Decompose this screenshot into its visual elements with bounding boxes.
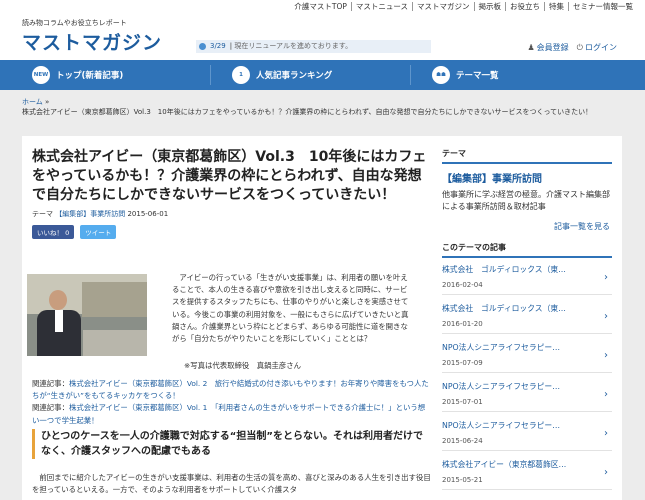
user-icon: ♟ <box>527 43 535 52</box>
article-meta: テーマ 【編集部】事業所訪問 2015-06-01 <box>32 209 432 219</box>
register-label: 会員登録 <box>536 43 569 52</box>
article-date: 2015-06-01 <box>127 210 169 218</box>
site-logo[interactable]: マストマガジン <box>22 28 162 55</box>
tagline: 読み物コラムやお役立ちレポート <box>22 19 127 27</box>
article: 株式会社アイビー（東京都葛飾区）Vol.3 10年後にはカフェをやっているかも！… <box>32 148 432 239</box>
sidebar-article-list: 株式会社 ゴルディロックス（東… 2016-02-04 › 株式会社 ゴルディロ… <box>442 264 612 490</box>
top-nav-link[interactable]: マストニュース <box>350 2 412 11</box>
site-header: 読み物コラムやお役立ちレポート マストマガジン 3/29 | 現在リニューアルを進… <box>0 14 645 60</box>
article-lead: アイビーの行っている「生きがい支援事業」は、利用者の願いを叶えることで、本人の生… <box>172 273 409 344</box>
related-link[interactable]: 株式会社アイビー（東京都葛飾区）Vol. 2 旅行や結婚式の付き添いもやります！… <box>32 379 429 400</box>
people-icon: ☗☗ <box>432 66 450 84</box>
auth-links: ♟ 会員登録 ⏻ ログイン <box>528 42 618 53</box>
breadcrumb-current: 株式会社アイビー（東京都葛飾区）Vol.3 10年後にはカフェをやっているかも！… <box>22 108 593 116</box>
sidebar-theme-heading: テーマ <box>442 148 612 164</box>
social-buttons: いいね！ 0 ツイート <box>32 225 432 239</box>
nav-item-themes[interactable]: ☗☗ テーマ一覧 <box>432 60 499 90</box>
related-link[interactable]: 株式会社アイビー（東京都葛飾区）Vol. 1 「利用者さんの生きがいをサポートで… <box>32 403 425 424</box>
top-nav-link[interactable]: 掲示板 <box>473 2 506 11</box>
sidebar-theme-title[interactable]: 【編集部】事業所訪問 <box>442 170 612 185</box>
register-link[interactable]: ♟ 会員登録 <box>528 42 569 53</box>
sidebar-article-title: 株式会社 ゴルディロックス（東… <box>442 304 566 313</box>
main-nav: NEW トップ(新着記事) 1 人気記事ランキング ☗☗ テーマ一覧 <box>0 60 645 90</box>
related-articles: 関連記事：株式会社アイビー（東京都葛飾区）Vol. 2 旅行や結婚式の付き添いも… <box>32 378 432 427</box>
notice-divider: | <box>229 42 233 50</box>
photo-person-head <box>49 290 67 310</box>
chevron-right-icon: › <box>604 311 608 322</box>
article-title: 株式会社アイビー（東京都葛飾区）Vol.3 10年後にはカフェをやっているかも！… <box>32 149 427 203</box>
nav-item-label: 人気記事ランキング <box>256 71 333 81</box>
top-nav-link[interactable]: 介護マストTOP <box>290 2 351 11</box>
nav-divider <box>210 65 211 85</box>
sidebar-article-item[interactable]: 株式会社 ゴルディロックス（東… 2016-01-20 › <box>442 303 612 334</box>
sidebar-article-date: 2015-07-09 <box>442 359 483 367</box>
top-nav-links: 介護マストTOP マストニュース マストマガジン 掲示板 お役立ち 特集 セミナ… <box>290 2 637 11</box>
top-nav-link[interactable]: セミナー情報一覧 <box>568 2 637 11</box>
notice-bar: 3/29 | 現在リニューアルを進めております。 <box>196 40 431 53</box>
article-paragraph: 前回までに紹介したアイビーの生きがい支援事業は、利用者の生活の質を高め、喜びと深… <box>32 473 431 495</box>
tweet-button[interactable]: ツイート <box>80 225 117 239</box>
photo-shirt <box>55 310 63 332</box>
photo-desk <box>83 330 147 356</box>
sidebar: テーマ 【編集部】事業所訪問 他事業所に学ぶ経営の極意。介護マスト編集部による事… <box>442 148 612 498</box>
chevron-right-icon: › <box>604 389 608 400</box>
sidebar-article-title: 株式会社アイビー（東京都葛飾区… <box>442 460 567 469</box>
section-heading: ひとつのケースを一人の介護職で対応する“担当制”をとらない。それは利用者だけでな… <box>32 429 432 459</box>
related-label: 関連記事： <box>32 403 69 413</box>
top-nav-link[interactable]: マストマガジン <box>412 2 474 11</box>
nav-divider <box>410 65 411 85</box>
chevron-right-icon: › <box>604 467 608 478</box>
chevron-right-icon: › <box>604 428 608 439</box>
sidebar-article-date: 2015-07-01 <box>442 398 483 406</box>
login-link[interactable]: ⏻ ログイン <box>577 42 617 53</box>
more-articles-link[interactable]: 記事一覧を見る <box>442 221 612 232</box>
breadcrumb: ホーム » 株式会社アイビー（東京都葛飾区）Vol.3 10年後にはカフェをやっ… <box>22 97 622 117</box>
chevron-right-icon: › <box>604 350 608 361</box>
photo-shelf <box>82 282 147 317</box>
related-label: 関連記事： <box>32 379 69 388</box>
sidebar-article-title: NPO法人シニアライフセラピー… <box>442 382 561 391</box>
sidebar-article-item[interactable]: 株式会社アイビー（東京都葛飾区… 2015-05-21 › <box>442 459 612 490</box>
photo-caption: ※写真は代表取締役 真鍋圭彦さん <box>184 361 302 370</box>
medal-icon: 1 <box>232 66 250 84</box>
login-icon: ⏻ <box>576 43 583 52</box>
notice-text[interactable]: 現在リニューアルを進めております。 <box>234 42 352 50</box>
article-photo <box>27 274 147 356</box>
sidebar-article-title: NPO法人シニアライフセラピー… <box>442 343 561 352</box>
top-nav-link[interactable]: お役立ち <box>505 2 544 11</box>
top-nav: 介護マストTOP マストニュース マストマガジン 掲示板 お役立ち 特集 セミナ… <box>0 0 645 14</box>
sidebar-article-title: NPO法人シニアライフセラピー… <box>442 421 561 430</box>
nav-item-top[interactable]: NEW トップ(新着記事) <box>32 60 123 90</box>
sidebar-theme-desc: 他事業所に学ぶ経営の極意。介護マスト編集部による事業所訪問＆取材記事 <box>442 190 610 211</box>
info-icon <box>199 43 206 50</box>
related-item: 関連記事：株式会社アイビー（東京都葛飾区）Vol. 2 旅行や結婚式の付き添いも… <box>32 378 432 402</box>
theme-link[interactable]: 【編集部】事業所訪問 <box>55 210 125 218</box>
nav-item-label: トップ(新着記事) <box>56 71 124 81</box>
like-button[interactable]: いいね！ 0 <box>32 225 75 239</box>
login-label: ログイン <box>585 43 617 52</box>
sidebar-article-date: 2015-05-21 <box>442 476 483 484</box>
content-card: 株式会社アイビー（東京都葛飾区）Vol.3 10年後にはカフェをやっているかも！… <box>22 136 622 500</box>
sidebar-article-title: 株式会社 ゴルディロックス（東… <box>442 265 566 274</box>
sidebar-article-item[interactable]: NPO法人シニアライフセラピー… 2015-07-09 › <box>442 342 612 373</box>
nav-item-ranking[interactable]: 1 人気記事ランキング <box>232 60 332 90</box>
sidebar-article-item[interactable]: 株式会社 ゴルディロックス（東… 2016-02-04 › <box>442 264 612 295</box>
sidebar-article-date: 2015-06-24 <box>442 437 483 445</box>
sidebar-article-date: 2016-02-04 <box>442 281 483 289</box>
nav-item-label: テーマ一覧 <box>456 71 499 81</box>
notice-date: 3/29 <box>210 42 226 50</box>
new-icon: NEW <box>32 66 50 84</box>
related-item: 関連記事：株式会社アイビー（東京都葛飾区）Vol. 1 「利用者さんの生きがいを… <box>32 402 432 426</box>
sidebar-list-heading: このテーマの記事 <box>442 242 612 258</box>
chevron-right-icon: › <box>604 272 608 283</box>
sidebar-article-item[interactable]: NPO法人シニアライフセラピー… 2015-06-24 › <box>442 420 612 451</box>
breadcrumb-separator-icon: » <box>45 98 50 106</box>
sidebar-article-item[interactable]: NPO法人シニアライフセラピー… 2015-07-01 › <box>442 381 612 412</box>
top-nav-link[interactable]: 特集 <box>544 2 568 11</box>
sidebar-article-date: 2016-01-20 <box>442 320 483 328</box>
breadcrumb-home[interactable]: ホーム <box>22 98 43 106</box>
theme-label: テーマ <box>32 210 53 218</box>
